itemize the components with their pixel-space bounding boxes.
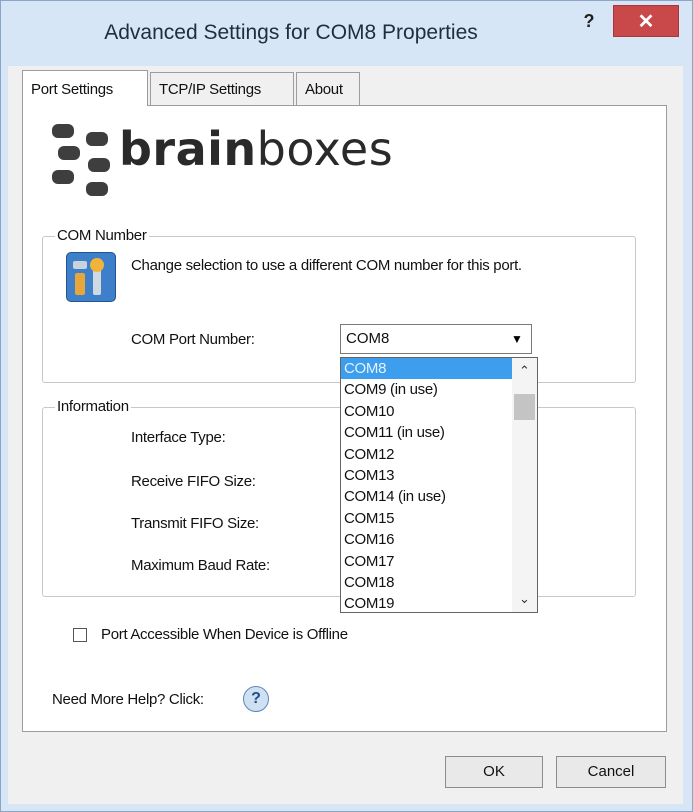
logo-text-light: boxes (256, 122, 394, 176)
help-question-icon[interactable]: ? (243, 686, 269, 712)
dropdown-option-com11[interactable]: COM11 (in use) (341, 422, 512, 443)
scroll-down-icon[interactable]: ⌄ (512, 588, 537, 610)
tab-port-settings[interactable]: Port Settings (22, 70, 148, 106)
logo-dot (52, 124, 74, 138)
logo-dot (52, 170, 74, 184)
logo-text-bold: brain (119, 122, 257, 176)
dropdown-scrollbar[interactable]: ⌃ ⌄ (512, 358, 537, 612)
logo-dot (88, 158, 110, 172)
chevron-down-icon[interactable]: ▼ (506, 328, 528, 350)
offline-access-label[interactable]: Port Accessible When Device is Offline (101, 626, 348, 643)
dropdown-option-com15[interactable]: COM15 (341, 508, 512, 529)
help-button[interactable]: ? (569, 7, 609, 35)
dropdown-option-com13[interactable]: COM13 (341, 465, 512, 486)
brainboxes-logo: brainboxes (52, 122, 452, 204)
max-baud-rate-label: Maximum Baud Rate: (131, 557, 270, 574)
title-bar: Advanced Settings for COM8 Properties ? … (1, 1, 692, 67)
dropdown-option-com8[interactable]: COM8 (341, 358, 512, 380)
dropdown-option-com16[interactable]: COM16 (341, 529, 512, 550)
tab-about[interactable]: About (296, 72, 360, 106)
cancel-button[interactable]: Cancel (556, 756, 666, 788)
com-description-text: Change selection to use a different COM … (131, 257, 522, 274)
scrollbar-thumb[interactable] (514, 394, 535, 420)
scroll-up-icon[interactable]: ⌃ (512, 360, 537, 382)
logo-dot (58, 146, 80, 160)
dropdown-option-com12[interactable]: COM12 (341, 444, 512, 465)
interface-type-label: Interface Type: (131, 429, 226, 446)
transmit-fifo-label: Transmit FIFO Size: (131, 515, 259, 532)
dropdown-option-com9[interactable]: COM9 (in use) (341, 379, 512, 400)
dropdown-option-com19[interactable]: COM19 (341, 593, 512, 614)
dropdown-option-com18[interactable]: COM18 (341, 572, 512, 593)
ok-button[interactable]: OK (445, 756, 543, 788)
dropdown-options: COM8 COM9 (in use) COM10 COM11 (in use) … (341, 358, 512, 615)
com-port-number-label: COM Port Number: (131, 331, 255, 348)
offline-access-checkbox[interactable] (73, 628, 87, 642)
tools-icon (66, 252, 116, 302)
dropdown-option-com14[interactable]: COM14 (in use) (341, 486, 512, 507)
com-port-select[interactable]: COM8 ▼ (340, 324, 532, 354)
com-port-select-value: COM8 (346, 330, 390, 347)
dropdown-option-com10[interactable]: COM10 (341, 401, 512, 422)
need-help-label: Need More Help? Click: (52, 691, 204, 708)
logo-wordmark: brainboxes (119, 122, 393, 176)
logo-dot (86, 132, 108, 146)
window-title: Advanced Settings for COM8 Properties (104, 21, 478, 44)
information-group-label: Information (55, 398, 131, 415)
com-number-group-label: COM Number (55, 227, 149, 244)
com-port-dropdown-list[interactable]: COM8 COM9 (in use) COM10 COM11 (in use) … (340, 357, 538, 613)
tab-tcpip-settings[interactable]: TCP/IP Settings (150, 72, 294, 106)
dropdown-option-com17[interactable]: COM17 (341, 551, 512, 572)
receive-fifo-label: Receive FIFO Size: (131, 473, 256, 490)
logo-dot (86, 182, 108, 196)
close-button[interactable]: ✕ (613, 5, 679, 37)
